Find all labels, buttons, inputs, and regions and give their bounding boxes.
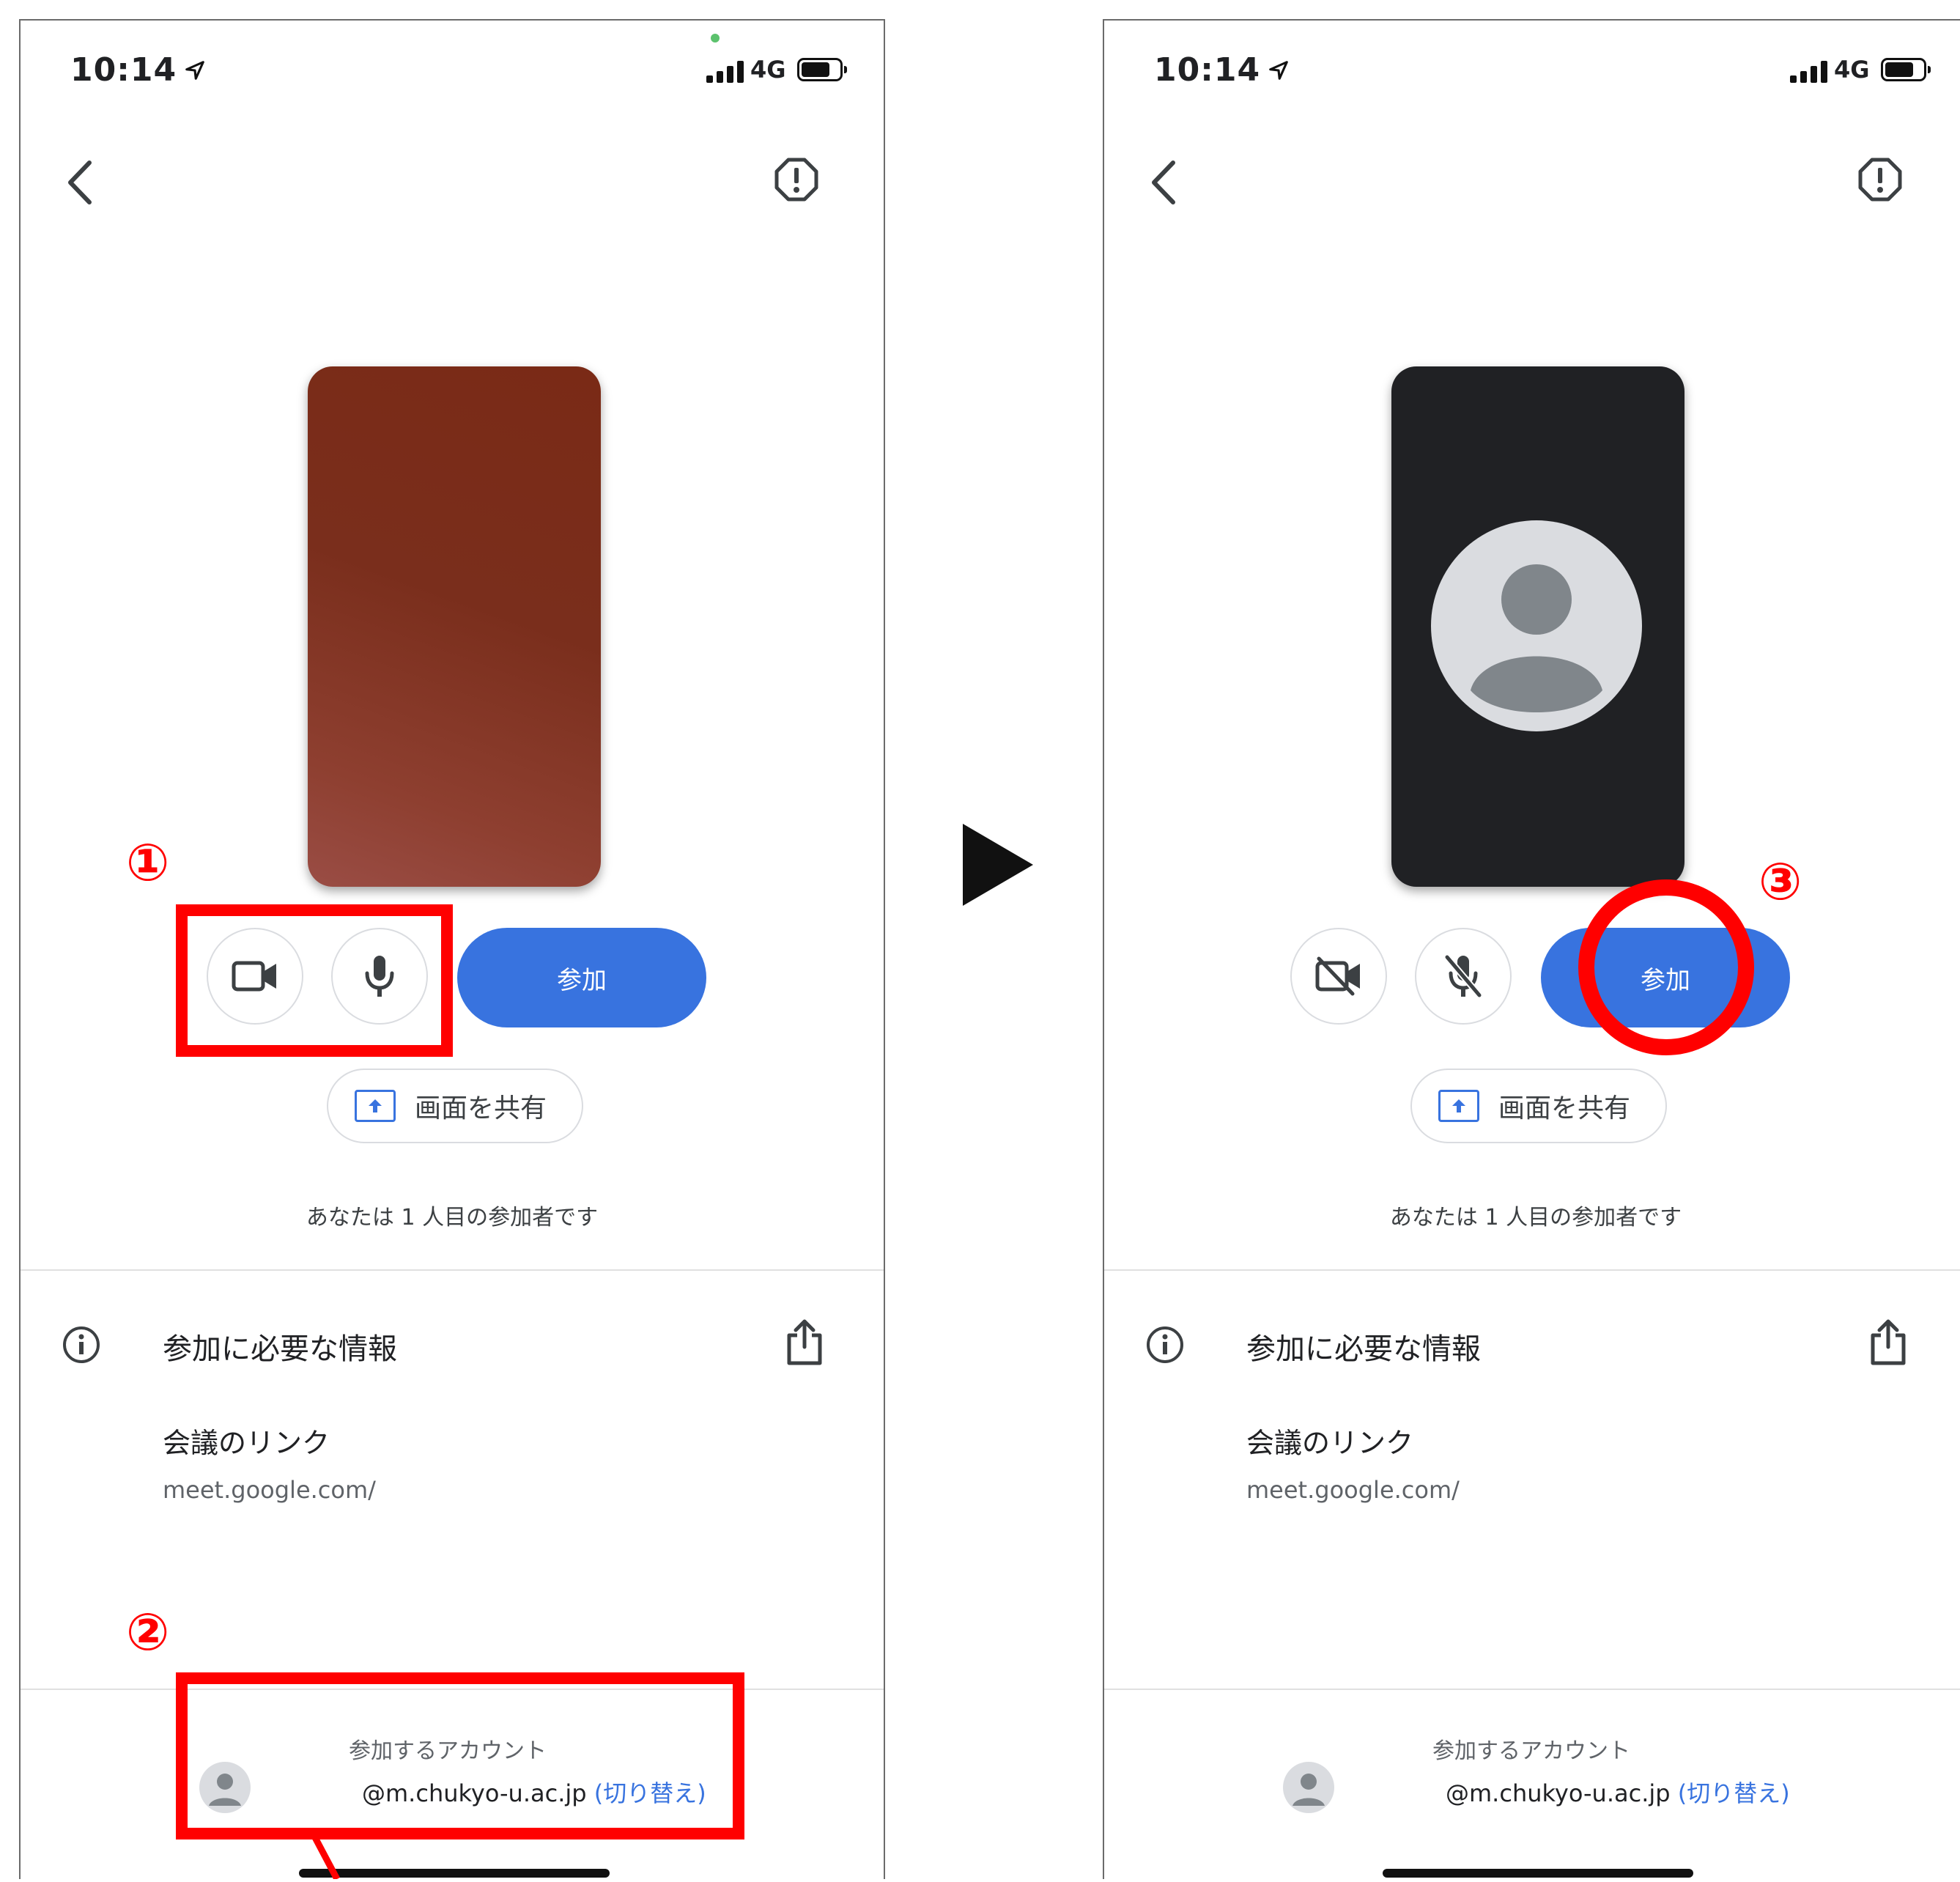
step-marker-one: ①	[126, 833, 170, 893]
next-step-arrow-icon	[960, 821, 1036, 912]
switch-account-link[interactable]: 切り替え	[1687, 1779, 1780, 1807]
participant-status-text: あなたは 1 人目の参加者です	[306, 1205, 599, 1230]
join-button[interactable]: 参加	[457, 928, 706, 1027]
network-type: 4G	[750, 56, 786, 84]
microphone-off-icon	[1443, 953, 1483, 999]
phone-screen-after: 10:14 4G 参加 画面を共有 あなたは 1 人目の参加者です 参加に必要な…	[1103, 19, 1960, 1879]
present-screen-icon	[1438, 1090, 1479, 1122]
camera-toggle-button[interactable]	[1290, 928, 1387, 1025]
section-divider	[21, 1269, 884, 1271]
default-avatar	[1431, 520, 1642, 731]
join-info-title: 参加に必要な情報	[1246, 1332, 1481, 1366]
account-email-text: @m.chukyo-u.ac.jp	[1446, 1779, 1671, 1807]
highlight-box-account	[176, 1672, 744, 1839]
camera-indicator-dot	[711, 34, 720, 43]
join-info-title: 参加に必要な情報	[163, 1332, 397, 1366]
meeting-link-label: 会議のリンク	[1246, 1427, 1414, 1459]
signal-icon	[1790, 61, 1827, 83]
share-icon[interactable]	[1869, 1318, 1907, 1369]
step-marker-three: ③	[1759, 852, 1802, 912]
home-indicator[interactable]	[1383, 1869, 1693, 1878]
account-avatar	[1283, 1762, 1334, 1813]
microphone-toggle-button[interactable]	[1415, 928, 1512, 1025]
account-divider	[1104, 1689, 1960, 1690]
account-paren-close: )	[1780, 1779, 1790, 1807]
location-arrow-icon	[1269, 60, 1288, 80]
meeting-link-url[interactable]: meet.google.com/	[1246, 1476, 1460, 1504]
camera-preview-off	[1391, 366, 1685, 887]
account-paren-open: (	[1677, 1779, 1687, 1807]
meeting-link-url[interactable]: meet.google.com/	[163, 1476, 376, 1504]
camera-preview	[308, 366, 601, 887]
section-divider	[1104, 1269, 1960, 1271]
video-camera-off-icon	[1315, 956, 1360, 996]
back-chevron-icon[interactable]	[1148, 158, 1180, 210]
present-screen-icon	[355, 1090, 396, 1122]
info-icon	[62, 1325, 101, 1368]
highlight-pointer-line	[300, 1826, 359, 1882]
share-screen-button[interactable]: 画面を共有	[327, 1069, 583, 1143]
participant-status-text: あなたは 1 人目の参加者です	[1389, 1205, 1682, 1230]
share-screen-label: 画面を共有	[415, 1093, 547, 1123]
person-icon	[1471, 564, 1602, 712]
report-issue-icon[interactable]	[774, 157, 819, 205]
share-screen-button[interactable]: 画面を共有	[1410, 1069, 1667, 1143]
battery-icon	[797, 58, 847, 81]
status-time: 10:14	[70, 51, 206, 89]
person-icon	[1293, 1774, 1325, 1806]
report-issue-icon[interactable]	[1857, 157, 1903, 205]
status-time: 10:14	[1154, 51, 1290, 89]
highlight-circle-join	[1578, 879, 1754, 1055]
share-screen-label: 画面を共有	[1498, 1093, 1631, 1123]
location-arrow-icon	[185, 60, 204, 80]
account-email: @m.chukyo-u.ac.jp (切り替え)	[1446, 1775, 1790, 1809]
network-type: 4G	[1834, 56, 1870, 84]
highlight-box-camera-mic	[176, 904, 453, 1057]
back-chevron-icon[interactable]	[64, 158, 97, 210]
step-marker-two: ②	[126, 1602, 170, 1662]
share-icon[interactable]	[785, 1318, 824, 1369]
signal-icon	[706, 61, 744, 83]
battery-icon	[1881, 58, 1931, 81]
info-icon	[1145, 1325, 1185, 1368]
account-label: 参加するアカウント	[1432, 1738, 1630, 1764]
meeting-link-label: 会議のリンク	[163, 1427, 330, 1459]
